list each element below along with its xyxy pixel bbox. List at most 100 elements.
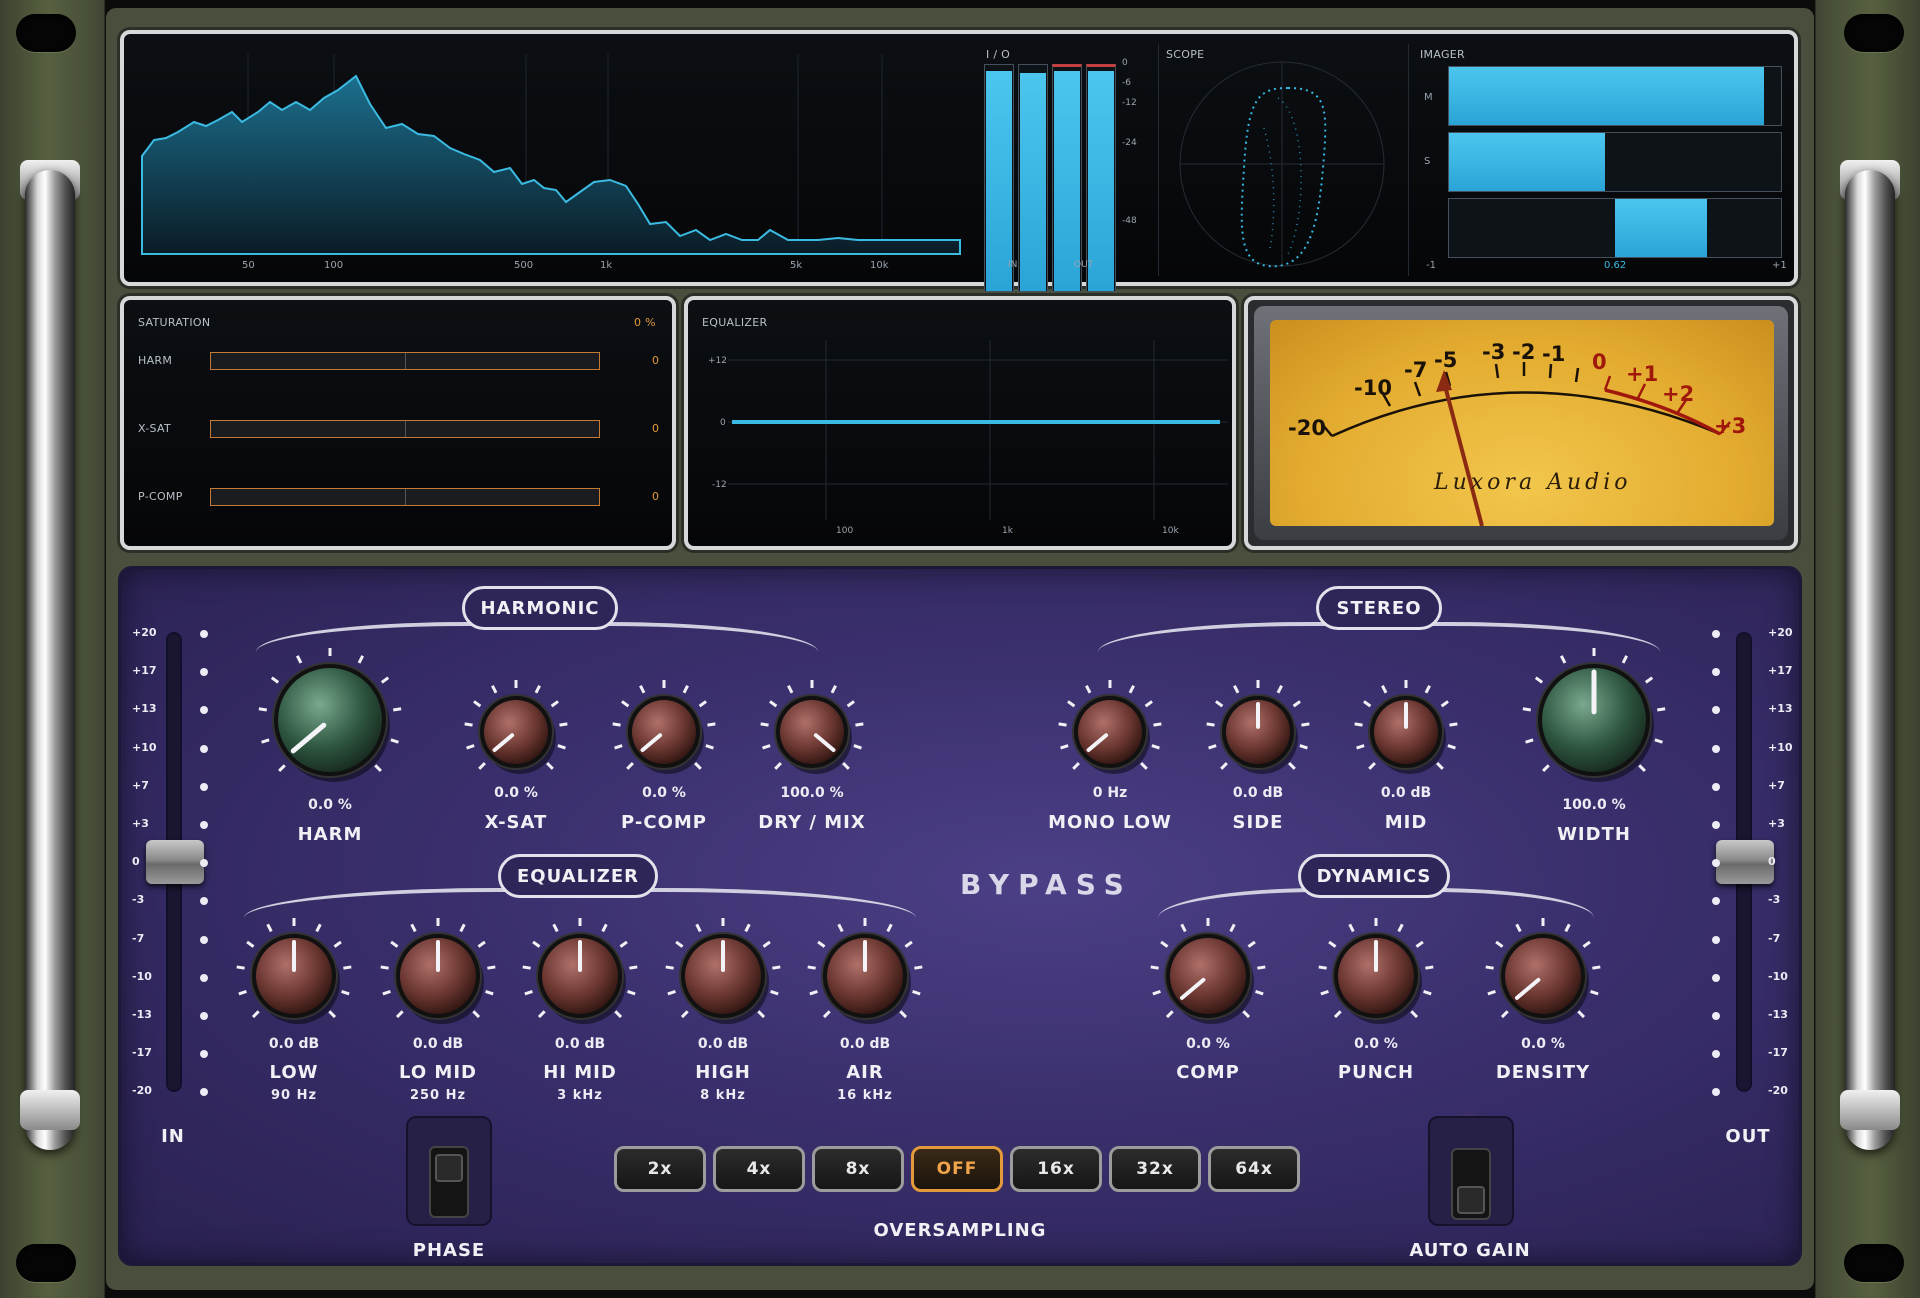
fader-scale-label: +17	[132, 664, 157, 678]
dynamics-section-title: DYNAMICS	[1298, 854, 1450, 898]
spectrum-curve	[141, 74, 961, 255]
freq-label: 50	[242, 260, 255, 271]
fader-scale-label: +7	[132, 778, 149, 792]
lomid-knob[interactable]	[368, 906, 508, 1046]
fader-scale-dot	[200, 744, 208, 753]
comp-knob[interactable]	[1138, 906, 1278, 1046]
handle-cap	[1840, 1090, 1900, 1130]
fader-scale-dot	[1712, 1012, 1720, 1020]
pcomp-knob[interactable]	[600, 668, 728, 796]
rack-handle-left	[25, 170, 75, 1150]
imager-mid-bar	[1448, 66, 1782, 126]
eq-y-label: +12	[708, 356, 727, 366]
oversampling-2x-button[interactable]: 2x	[614, 1146, 706, 1192]
width-knob[interactable]	[1510, 636, 1678, 804]
xsat-label: X-SAT	[484, 812, 548, 833]
io-scale: -6	[1122, 78, 1131, 88]
phase-switch-lever[interactable]	[435, 1154, 463, 1182]
mid-knob[interactable]	[1342, 668, 1470, 796]
fader-scale-label: -10	[1768, 969, 1788, 983]
fader-scale-label: -3	[132, 893, 145, 907]
lomid-value: 0.0 dB	[412, 1036, 464, 1052]
vu-needle	[1442, 381, 1484, 526]
harm-value: 0.0 %	[308, 797, 352, 813]
himid-label: HI MID	[543, 1062, 617, 1083]
oversampling-64x-button[interactable]: 64x	[1208, 1146, 1300, 1192]
oversampling-4x-button[interactable]: 4x	[713, 1146, 805, 1192]
auto-gain-switch[interactable]	[1428, 1116, 1514, 1226]
oversampling-off-button[interactable]: OFF	[911, 1146, 1003, 1192]
air-label: AIR	[846, 1062, 884, 1083]
io-scale: -12	[1122, 98, 1137, 108]
bypass-button[interactable]: BYPASS	[960, 868, 1133, 901]
mid-label: MID	[1384, 812, 1428, 833]
fader-scale-label: 0	[1768, 855, 1776, 869]
harm-knob[interactable]	[246, 636, 414, 804]
oversampling-16x-button[interactable]: 16x	[1010, 1146, 1102, 1192]
input-fader-handle[interactable]	[146, 840, 204, 884]
air-knob[interactable]	[795, 906, 935, 1046]
drymix-label: DRY / MIX	[758, 812, 866, 833]
air-freq: 16 kHz	[837, 1088, 893, 1103]
imager-row-label: S	[1424, 156, 1431, 167]
pcomp-label: P-COMP	[621, 812, 707, 833]
drymix-knob[interactable]	[748, 668, 876, 796]
low-knob[interactable]	[224, 906, 364, 1046]
io-out-label: OUT	[1074, 260, 1094, 270]
fader-scale-label: +17	[1768, 664, 1793, 678]
harm-sat-bar	[210, 352, 600, 370]
monolow-value: 0 Hz	[1092, 785, 1128, 801]
fader-scale-dot	[200, 935, 208, 944]
phase-switch[interactable]	[406, 1116, 492, 1226]
punch-knob[interactable]	[1306, 906, 1446, 1046]
eq-display-label: EQUALIZER	[702, 316, 768, 329]
himid-value: 0.0 dB	[554, 1036, 606, 1052]
sat-row-label: P-COMP	[138, 490, 183, 503]
xsat-sat-bar	[210, 420, 600, 438]
fader-scale-dot	[1712, 973, 1720, 982]
vu-scale-label: +2	[1662, 382, 1695, 406]
meter-level	[1088, 71, 1114, 291]
fader-scale-dot	[1712, 744, 1720, 753]
eq-display-panel: EQUALIZER +12 0 -12 100 1k 10k	[684, 296, 1236, 550]
io-meter	[1018, 64, 1048, 292]
io-meter	[1086, 64, 1116, 292]
air-value: 0.0 dB	[839, 1036, 891, 1052]
monolow-knob[interactable]	[1046, 668, 1174, 796]
lomid-label: LO MID	[399, 1062, 477, 1083]
fader-scale-label: 0	[132, 855, 140, 869]
oversampling-32x-button[interactable]: 32x	[1109, 1146, 1201, 1192]
rack-hole	[1844, 14, 1904, 52]
output-fader-handle[interactable]	[1716, 840, 1774, 884]
fader-scale-label: -10	[132, 969, 152, 983]
low-value: 0.0 dB	[268, 1036, 320, 1052]
fader-scale-dot	[200, 1012, 208, 1020]
side-value: 0.0 dB	[1232, 785, 1284, 801]
vu-scale-label: +1	[1626, 362, 1659, 386]
meter-level	[986, 71, 1012, 291]
imager-value: 0.62	[1604, 260, 1627, 271]
low-label: LOW	[269, 1062, 319, 1083]
high-knob[interactable]	[653, 906, 793, 1046]
auto-gain-switch-lever[interactable]	[1457, 1186, 1485, 1214]
xsat-knob[interactable]	[452, 668, 580, 796]
brand-logo: Luxora Audio	[1434, 470, 1632, 495]
vu-scale-label: -5	[1434, 348, 1458, 372]
himid-freq: 3 kHz	[557, 1088, 603, 1103]
density-knob[interactable]	[1473, 906, 1613, 1046]
fader-scale-dot	[1712, 821, 1720, 829]
sat-row-value: 0	[652, 490, 660, 503]
side-knob[interactable]	[1194, 668, 1322, 796]
fader-scale-label: +3	[132, 817, 149, 830]
sat-row-label: HARM	[138, 354, 173, 367]
fader-scale-dot	[200, 782, 208, 791]
meter-level	[1020, 73, 1046, 291]
io-label: I / O	[986, 48, 1011, 61]
fader-scale-dot	[200, 973, 208, 982]
fader-scale-dot	[200, 821, 208, 829]
fader-scale-label: +10	[132, 740, 157, 754]
himid-knob[interactable]	[510, 906, 650, 1046]
oversampling-8x-button[interactable]: 8x	[812, 1146, 904, 1192]
io-scale: 0	[1122, 58, 1128, 68]
low-freq: 90 Hz	[270, 1088, 318, 1103]
